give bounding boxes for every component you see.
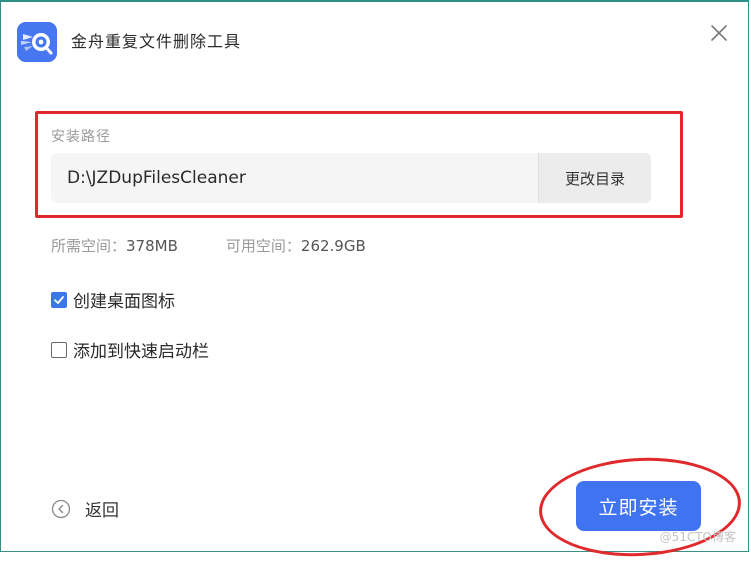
watermark: @51CTO博客 (659, 530, 736, 544)
desktop-icon-label: 创建桌面图标 (73, 292, 175, 312)
desktop-icon-checkbox[interactable] (51, 291, 67, 308)
available-space-value: 262.9GB (300, 237, 366, 255)
checkmark-icon (54, 295, 64, 304)
back-arrow-icon (51, 499, 71, 518)
app-title: 金舟重复文件删除工具 (71, 32, 242, 51)
available-space-label: 可用空间： (225, 237, 301, 255)
back-button[interactable]: 返回 (51, 496, 119, 521)
app-logo-icon (17, 22, 57, 62)
close-icon[interactable] (708, 22, 730, 44)
install-path-label: 安装路径 (51, 129, 111, 145)
quick-launch-checkbox[interactable] (51, 341, 67, 358)
install-now-button[interactable]: 立即安装 (576, 481, 701, 531)
required-space-value: 378MB (126, 237, 178, 255)
desktop-icon-option[interactable]: 创建桌面图标 (51, 287, 175, 312)
required-space: 所需空间：378MB (51, 235, 178, 256)
available-space: 可用空间：262.9GB (226, 235, 366, 256)
install-path-input[interactable] (51, 153, 538, 203)
install-path-row: 更改目录 (51, 153, 651, 203)
space-info: 所需空间：378MB 可用空间：262.9GB (51, 235, 366, 256)
quick-launch-option[interactable]: 添加到快速启动栏 (51, 337, 209, 362)
back-label: 返回 (85, 501, 119, 521)
quick-launch-label: 添加到快速启动栏 (73, 342, 209, 362)
installer-window: 金舟重复文件删除工具 安装路径 更改目录 所需空间：378MB 可用空间：262… (0, 0, 749, 561)
change-directory-button[interactable]: 更改目录 (538, 153, 651, 203)
required-space-label: 所需空间： (51, 237, 127, 255)
